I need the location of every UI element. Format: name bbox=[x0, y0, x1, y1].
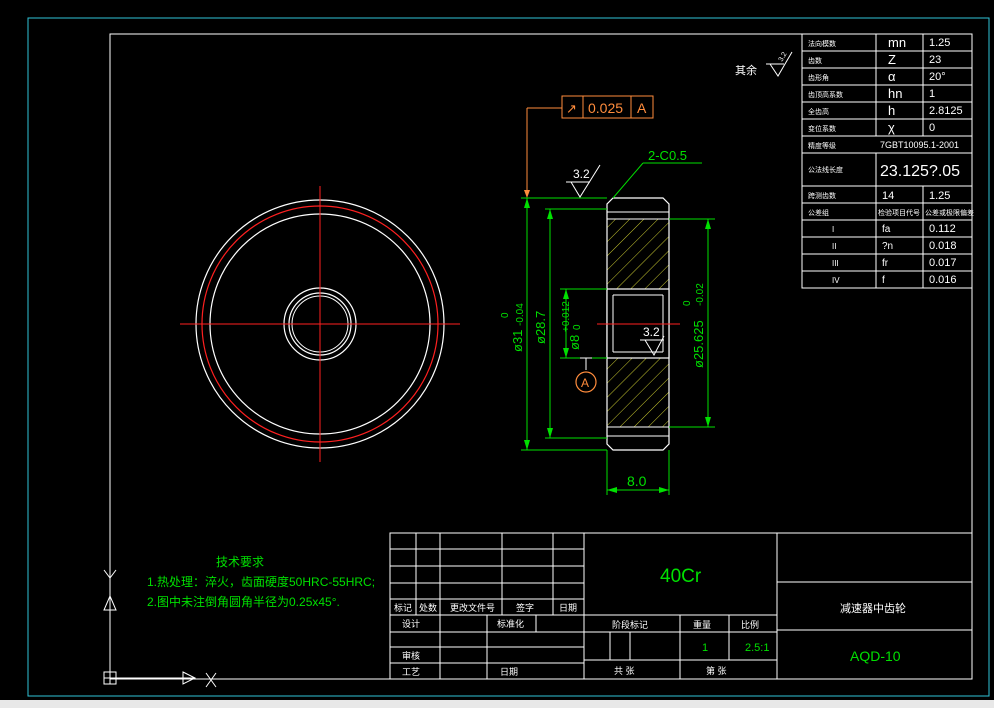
front-view bbox=[180, 186, 460, 462]
tb-drawing-no: AQD-10 bbox=[850, 648, 901, 664]
section-view bbox=[597, 197, 680, 451]
tb-date-label: 日期 bbox=[559, 603, 577, 613]
tolerance-value: 0.025 bbox=[588, 100, 623, 116]
tech-requirements-title: 技术要求 bbox=[216, 555, 264, 569]
param-name: 全齿高 bbox=[808, 107, 829, 116]
param-value: 1.25 bbox=[929, 190, 950, 202]
dim-pitch-diameter: ø25.625 bbox=[691, 320, 706, 368]
param-symbol: α bbox=[888, 69, 896, 84]
roughness-symbol-top: 3.2 bbox=[566, 164, 601, 198]
check-header: 公差或极限偏差 bbox=[925, 208, 974, 217]
param-value: 0 bbox=[929, 122, 935, 134]
param-name: 精度等级 bbox=[808, 141, 836, 150]
tb-part-name: 减速器中齿轮 bbox=[840, 601, 906, 615]
tb-count-label: 处数 bbox=[419, 602, 437, 613]
param-name: 齿顶高系数 bbox=[808, 90, 843, 99]
tb-stage-mark-label: 阶段标记 bbox=[612, 619, 648, 630]
tb-process-label: 工艺 bbox=[402, 667, 420, 677]
dim-pitch-tol-upper: 0 bbox=[682, 300, 693, 306]
check-value: 0.018 bbox=[929, 240, 957, 252]
tb-quantity: 1 bbox=[702, 642, 708, 654]
dim-outer-tol-upper: 0 bbox=[500, 312, 511, 318]
param-symbol: h bbox=[888, 103, 895, 118]
tb-review-label: 审核 bbox=[402, 650, 420, 661]
dim-width: 8.0 bbox=[627, 473, 647, 489]
param-name: 变位系数 bbox=[808, 124, 836, 133]
hatch-lower bbox=[607, 358, 669, 427]
tolerance-datum: A bbox=[637, 100, 647, 116]
dim-bore-tol-lower: 0 bbox=[572, 324, 583, 330]
param-symbol: Z bbox=[888, 52, 896, 67]
dim-outer-diameter: ø31 bbox=[510, 330, 525, 352]
param-value: 1.25 bbox=[929, 37, 950, 49]
hatch-upper bbox=[607, 219, 669, 289]
param-value: 2.8125 bbox=[929, 105, 963, 117]
param-symbol: mn bbox=[888, 35, 906, 50]
check-group: II bbox=[832, 242, 836, 251]
datum-label: A bbox=[581, 376, 589, 390]
datum-marker: A bbox=[575, 357, 597, 393]
tb-sheet-no-label: 第 张 bbox=[706, 665, 727, 676]
param-name: 跨测齿数 bbox=[808, 191, 836, 200]
title-block: 标记 处数 更改文件号 签字 日期 设计 标准化 审核 工艺 日期 阶段标记 重… bbox=[389, 532, 973, 680]
dim-bore-tol-upper: +0.012 bbox=[561, 301, 572, 332]
dimension-texts: ø31 0 -0.04 ø28.7 ø8 +0.012 0 ø25.625 0 … bbox=[500, 283, 706, 489]
param-symbol: hn bbox=[888, 86, 902, 101]
check-header: 检验项目代号 bbox=[878, 208, 920, 217]
check-group: III bbox=[832, 259, 839, 268]
param-value: 23.125?.05 bbox=[880, 163, 960, 180]
param-name: 齿数 bbox=[808, 56, 822, 65]
check-value: 0.016 bbox=[929, 274, 957, 286]
gear-parameter-table: 法向模数 mn 1.25 齿数 Z 23 齿形角 α 20° 齿顶高系数 hn 1 全齿高 h 2.8125… bbox=[801, 33, 974, 289]
cad-drawing-canvas: ø31 0 -0.04 ø28.7 ø8 +0.012 0 ø25.625 0 … bbox=[27, 17, 990, 697]
param-value: 7GBT10095.1-2001 bbox=[880, 140, 959, 150]
rest-roughness-note: 其余 3.2 bbox=[735, 51, 793, 77]
tb-change-doc-label: 更改文件号 bbox=[450, 602, 495, 613]
check-symbol: fr bbox=[882, 258, 889, 269]
tb-signature-label: 签字 bbox=[516, 602, 534, 613]
check-group: I bbox=[832, 225, 834, 234]
roughness-top-value: 3.2 bbox=[573, 167, 590, 181]
dim-root-diameter: ø28.7 bbox=[533, 311, 548, 344]
tb-date2-label: 日期 bbox=[500, 667, 518, 677]
check-value: 0.017 bbox=[929, 257, 957, 269]
tb-design-label: 设计 bbox=[402, 618, 420, 629]
check-group: IV bbox=[832, 276, 840, 285]
check-header: 公差组 bbox=[808, 208, 829, 217]
check-symbol: f bbox=[882, 275, 885, 286]
status-strip bbox=[0, 700, 994, 708]
tb-material: 40Cr bbox=[660, 566, 702, 587]
chamfer-label: 2-C0.5 bbox=[648, 148, 687, 163]
dim-outer-tol-lower: -0.04 bbox=[515, 303, 526, 326]
chamfer-annotation: 2-C0.5 bbox=[612, 148, 702, 199]
param-name: 公法线长度 bbox=[808, 165, 843, 174]
param-symbol: χ bbox=[888, 120, 895, 135]
check-symbol: fa bbox=[882, 224, 891, 235]
param-value: 1 bbox=[929, 88, 935, 100]
tech-requirement-2: 2.图中未注倒角圆角半径为0.25x45°. bbox=[147, 594, 340, 609]
param-value: 20° bbox=[929, 71, 946, 83]
tech-requirements: 技术要求 1.热处理：淬火，齿面硬度50HRC-55HRC; 2.图中未注倒角圆… bbox=[147, 555, 375, 609]
tech-requirement-1: 1.热处理：淬火，齿面硬度50HRC-55HRC; bbox=[147, 574, 375, 589]
tb-mark-label: 标记 bbox=[394, 602, 412, 613]
tb-standardize-label: 标准化 bbox=[497, 618, 524, 629]
param-value: 23 bbox=[929, 54, 941, 66]
tb-ratio-label: 比例 bbox=[741, 619, 759, 630]
tb-sheets-total-label: 共 张 bbox=[614, 666, 635, 676]
param-name: 法向模数 bbox=[808, 39, 836, 48]
check-symbol: ?n bbox=[882, 241, 893, 252]
rest-roughness-label: 其余 bbox=[735, 63, 757, 77]
dim-bore-diameter: ø8 bbox=[567, 335, 582, 350]
tb-scale: 2.5:1 bbox=[745, 642, 769, 654]
dim-pitch-tol-lower: -0.02 bbox=[695, 283, 706, 306]
param-name: 齿形角 bbox=[808, 73, 829, 82]
roughness-bore-value: 3.2 bbox=[643, 325, 660, 339]
tb-weight-label: 重量 bbox=[693, 619, 711, 630]
tolerance-symbol: ↗ bbox=[566, 101, 577, 116]
param-symbol: 14 bbox=[882, 190, 894, 202]
check-value: 0.112 bbox=[929, 223, 956, 235]
